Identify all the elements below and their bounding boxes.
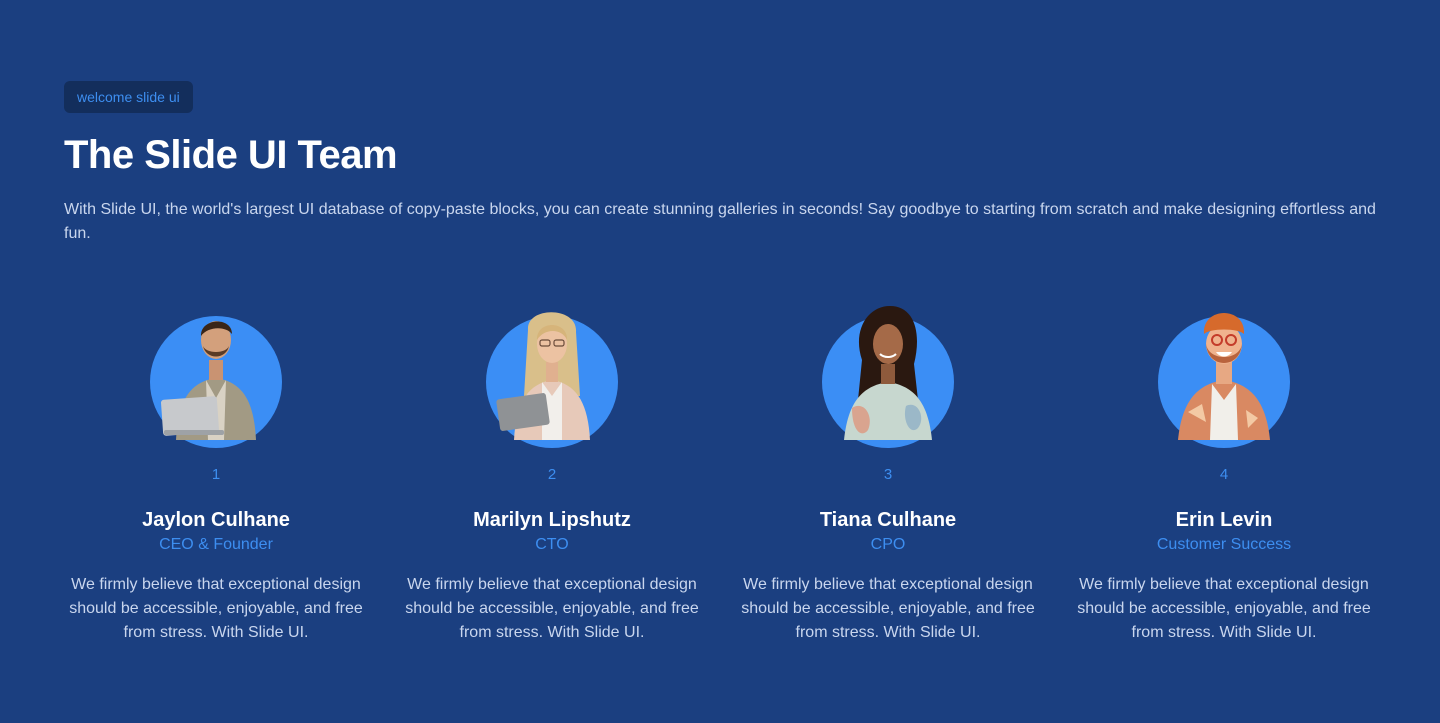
member-name: Jaylon Culhane [142,509,290,531]
member-bio: We firmly believe that exceptional desig… [69,576,363,641]
team-grid: 1 Jaylon Culhane CEO & Founder We firmly… [48,300,1392,645]
team-header: welcome slide ui The Slide UI Team With … [64,81,1376,246]
member-name: Tiana Culhane [819,509,957,531]
member-bio: We firmly believe that exceptional desig… [405,576,699,641]
avatar [150,300,282,448]
avatar [1158,300,1290,448]
avatar [486,300,618,448]
member-role: CPO [870,536,906,553]
avatar [822,300,954,448]
team-member-card: 3 Tiana Culhane CPO We firmly believe th… [720,300,1056,645]
person-smiling-photo [1178,313,1270,440]
member-name: Erin Levin [1175,509,1273,531]
person-with-laptop-photo [161,321,256,440]
member-bio: We firmly believe that exceptional desig… [741,576,1035,641]
team-member-card: 4 Erin Levin Customer Success We firmly … [1056,300,1392,645]
page-title: The Slide UI Team [64,133,398,177]
person-portrait-photo [844,306,932,440]
member-name: Marilyn Lipshutz [473,509,631,531]
team-member-card: 1 Jaylon Culhane CEO & Founder We firmly… [48,300,384,645]
member-number: 1 [211,466,221,483]
member-role: Customer Success [1156,536,1292,553]
member-number: 2 [547,466,557,483]
member-number: 4 [1219,466,1229,483]
member-bio: We firmly believe that exceptional desig… [1077,576,1371,641]
welcome-badge: welcome slide ui [64,81,193,113]
page-description: With Slide UI, the world's largest UI da… [64,201,1376,242]
member-number: 3 [883,466,893,483]
member-role: CEO & Founder [159,536,273,553]
team-member-card: 2 Marilyn Lipshutz CTO We firmly believe… [384,300,720,645]
member-role: CTO [535,536,569,553]
person-with-tablet-photo [496,312,590,440]
